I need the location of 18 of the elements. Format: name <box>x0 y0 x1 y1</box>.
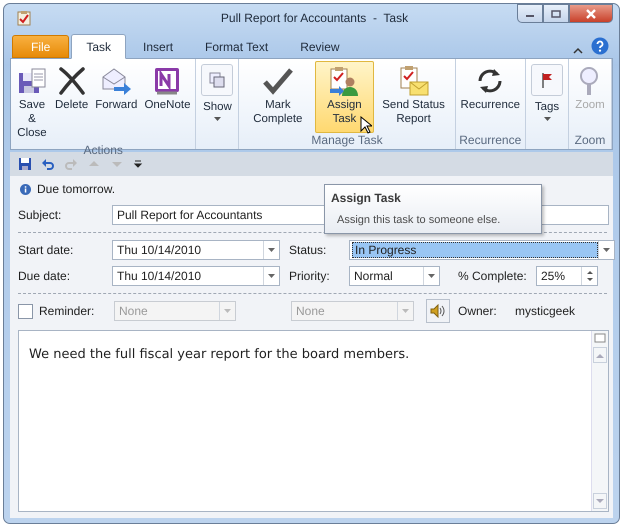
field-label: Due date: <box>18 269 72 283</box>
field-label: Reminder: <box>39 304 96 318</box>
field-label: % Complete: <box>458 269 528 283</box>
field-label: Start date: <box>18 243 74 257</box>
owner-name: mysticgeek <box>515 304 576 318</box>
tooltip-text: Assign this task to someone else. <box>336 214 502 226</box>
tooltip-title: Assign Task <box>331 191 402 205</box>
group-label: Recurrence <box>458 133 522 149</box>
field-label: Owner: <box>458 304 498 318</box>
field-label: Subject: <box>18 208 62 222</box>
window-title: Pull Report for Accountants - Task <box>220 11 410 25</box>
field-label: Priority: <box>289 269 331 283</box>
body-text: We need the full fiscal year report for the board members. <box>29 347 410 362</box>
info-text: Due tomorrow. <box>37 182 116 196</box>
group-label: Actions <box>82 143 124 157</box>
group-label: Zoom <box>574 133 606 149</box>
group-label: Manage Task <box>310 133 384 149</box>
field-label: Status: <box>289 243 328 257</box>
